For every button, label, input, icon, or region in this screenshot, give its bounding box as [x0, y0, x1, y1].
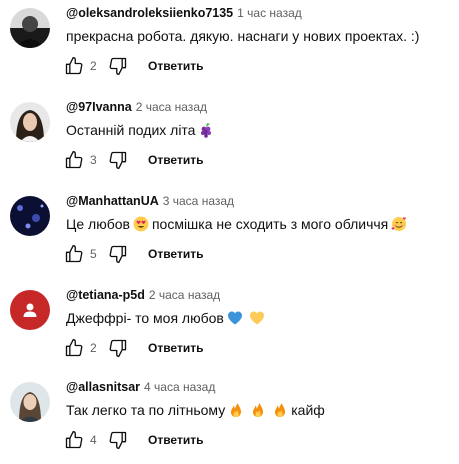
reply-button[interactable]: Ответить [142, 337, 209, 359]
avatar-default-user-icon [10, 290, 50, 330]
fire-emoji-icon [272, 402, 288, 423]
like-count: 2 [90, 59, 97, 73]
comments-list: @oleksandroleksiienko7135 1 час назад пре… [0, 0, 459, 463]
author-name[interactable]: @ManhattanUA [66, 194, 159, 208]
reply-button[interactable]: Ответить [142, 429, 209, 451]
dislike-button[interactable] [106, 242, 130, 266]
like-button[interactable] [62, 54, 86, 78]
thumb-down-icon [109, 151, 127, 169]
thumb-up-icon [65, 339, 83, 357]
comment-item: @oleksandroleksiienko7135 1 час назад пре… [0, 0, 459, 90]
comment-item: @97Ivanna 2 часа назад Останній подих літ… [0, 94, 459, 184]
comment-actions: 3 Ответить [62, 148, 209, 172]
comment-text-part: посмішка не сходить з мого обличчя [151, 216, 389, 232]
comment-time[interactable]: 1 час назад [237, 6, 302, 20]
like-button[interactable] [62, 428, 86, 452]
thumb-down-icon [109, 245, 127, 263]
dislike-button[interactable] [106, 336, 130, 360]
comment-text: Останній подих літа [66, 120, 217, 143]
like-count: 2 [90, 341, 97, 355]
reply-button[interactable]: Ответить [142, 55, 209, 77]
comment-text: Джеффрі- то моя любов [66, 308, 268, 331]
fire-emoji-icon [250, 402, 266, 423]
dislike-button[interactable] [106, 148, 130, 172]
comment-header: @allasnitsar 4 часа назад [66, 378, 215, 396]
dislike-button[interactable] [106, 428, 130, 452]
author-name[interactable]: @allasnitsar [66, 380, 140, 394]
comment-header: @ManhattanUA 3 часа назад [66, 192, 234, 210]
comment-time[interactable]: 3 часа назад [163, 194, 234, 208]
dislike-button[interactable] [106, 54, 130, 78]
comment-item: @allasnitsar 4 часа назад Так легко та по… [0, 374, 459, 464]
comment-text-content: Джеффрі- то моя любов [66, 310, 224, 326]
comment-time[interactable]: 4 часа назад [144, 380, 215, 394]
thumb-up-icon [65, 151, 83, 169]
comment-text: Це любов посмішка не сходить з мого облич… [66, 214, 410, 237]
avatar[interactable] [10, 382, 50, 422]
comment-text-part: кайф [291, 402, 325, 418]
blue-heart-emoji-icon [227, 310, 243, 331]
author-name[interactable]: @97Ivanna [66, 100, 132, 114]
smiling-face-with-hearts-emoji-icon [391, 216, 407, 237]
avatar-photo-night-icon [10, 196, 50, 236]
thumb-up-icon [65, 245, 83, 263]
comment-time[interactable]: 2 часа назад [149, 288, 220, 302]
like-count: 5 [90, 247, 97, 261]
like-button[interactable] [62, 336, 86, 360]
thumb-down-icon [109, 431, 127, 449]
author-name[interactable]: @oleksandroleksiienko7135 [66, 6, 233, 20]
comment-time[interactable]: 2 часа назад [136, 100, 207, 114]
avatar-photo-dark-icon [10, 8, 50, 48]
grapes-emoji-icon [198, 122, 214, 143]
comment-text-part: Так легко та по літньому [66, 402, 226, 418]
thumb-up-icon [65, 57, 83, 75]
like-count: 4 [90, 433, 97, 447]
comment-actions: 4 Ответить [62, 428, 209, 452]
reply-button[interactable]: Ответить [142, 243, 209, 265]
avatar-photo-woman-icon [10, 102, 50, 142]
like-count: 3 [90, 153, 97, 167]
reply-button[interactable]: Ответить [142, 149, 209, 171]
like-button[interactable] [62, 148, 86, 172]
yellow-heart-emoji-icon [249, 310, 265, 331]
avatar[interactable] [10, 8, 50, 48]
avatar[interactable] [10, 196, 50, 236]
comment-actions: 2 Ответить [62, 336, 209, 360]
avatar[interactable] [10, 290, 50, 330]
fire-emoji-icon [228, 402, 244, 423]
heart-eyes-emoji-icon [133, 216, 149, 237]
thumb-down-icon [109, 57, 127, 76]
avatar-photo-woman-light-icon [10, 382, 50, 422]
comment-text-part: Це любов [66, 216, 130, 232]
comment-text: прекрасна робота. дякую. наснаги у нових… [66, 28, 420, 44]
like-button[interactable] [62, 242, 86, 266]
thumb-up-icon [65, 431, 83, 449]
thumb-down-icon [109, 339, 127, 357]
comment-actions: 5 Ответить [62, 242, 209, 266]
comment-item: @tetiana-p5d 2 часа назад Джеффрі- то моя… [0, 282, 459, 372]
author-name[interactable]: @tetiana-p5d [66, 288, 145, 302]
comment-actions: 2 Ответить [62, 54, 209, 78]
comment-item: @ManhattanUA 3 часа назад Це любов посмішк… [0, 188, 459, 278]
comment-header: @oleksandroleksiienko7135 1 час назад [66, 4, 302, 22]
avatar[interactable] [10, 102, 50, 142]
comment-header: @97Ivanna 2 часа назад [66, 98, 207, 116]
comment-header: @tetiana-p5d 2 часа назад [66, 286, 220, 304]
comment-text-content: Останній подих літа [66, 122, 196, 138]
comment-text: Так легко та по літньому кайф [66, 400, 325, 423]
